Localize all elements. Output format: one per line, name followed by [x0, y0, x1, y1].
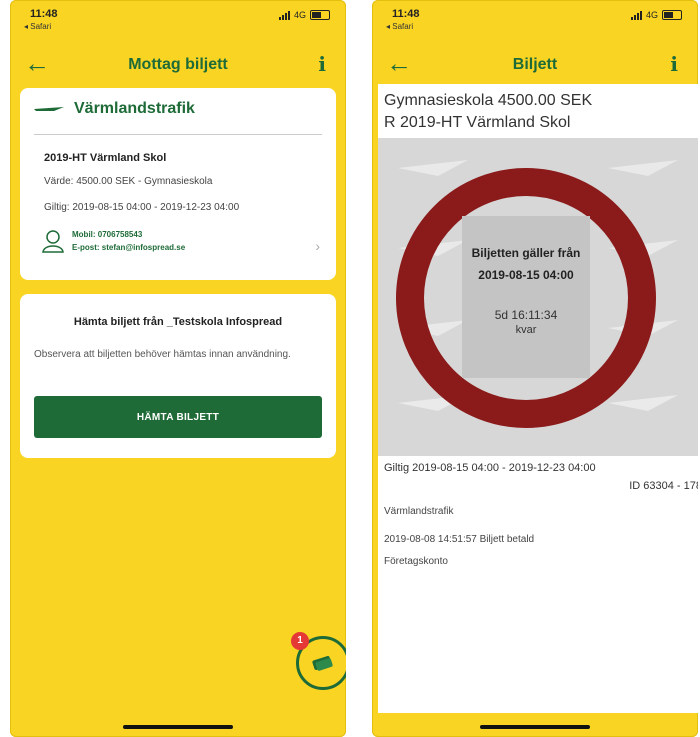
brand-name: Värmlandstrafik	[74, 100, 195, 117]
signal-indicator: 4G	[278, 10, 330, 20]
home-indicator	[123, 725, 233, 729]
contact-email: E-post: stefan@infospread.se	[72, 243, 186, 252]
ticket-header-line1: Gymnasieskola 4500.00 SEK	[384, 92, 593, 109]
ticket-validity: Giltig: 2019-08-15 04:00 - 2019-12-23 04…	[44, 202, 240, 213]
ticket-id: ID 63304 - 178	[629, 480, 698, 492]
brand-header: Värmlandstrafik	[34, 100, 195, 118]
validity-period: Giltig 2019-08-15 04:00 - 2019-12-23 04:…	[384, 462, 596, 474]
ticket-animation: Biljetten gäller från 2019-08-15 04:00 5…	[378, 138, 698, 456]
battery-icon	[662, 10, 682, 20]
info-icon[interactable]: i	[318, 52, 326, 76]
signal-indicator: 4G	[630, 10, 682, 20]
ticket-detail: Gymnasieskola 4500.00 SEK R 2019-HT Värm…	[378, 84, 698, 713]
contact-info: Mobil: 0706758543 E-post: stefan@infospr…	[42, 228, 185, 254]
ticket-value: Värde: 4500.00 SEK - Gymnasieskola	[44, 176, 213, 187]
download-ticket-button[interactable]: HÄMTA BILJETT	[34, 396, 322, 438]
back-to-app-link[interactable]: ◂ Safari	[24, 22, 51, 31]
brand-logo-icon	[34, 107, 64, 111]
signal-bars-icon	[278, 10, 290, 20]
payment-status: 2019-08-08 14:51:57 Biljett betald	[384, 534, 535, 545]
right-phone-screen: 11:48 ◂ Safari 4G ← Biljett i Gymnasiesk…	[372, 0, 698, 737]
status-time: 11:48	[30, 8, 58, 20]
remaining-label: kvar	[515, 324, 537, 336]
validity-box: Biljetten gäller från 2019-08-15 04:00 5…	[462, 216, 590, 378]
operator-name: Värmlandstrafik	[384, 506, 454, 517]
valid-from-date: 2019-08-15 04:00	[478, 268, 574, 282]
divider	[34, 134, 322, 135]
download-note: Observera att biljetten behöver hämtas i…	[34, 349, 291, 360]
battery-icon	[310, 10, 330, 20]
network-label: 4G	[645, 10, 658, 20]
download-title: Hämta biljett från _Testskola Infospread	[73, 316, 283, 328]
ticket-name: 2019-HT Värmland Skol	[44, 152, 167, 164]
person-icon	[42, 230, 64, 253]
status-time: 11:48	[392, 8, 420, 20]
page-title: Mottag biljett	[128, 56, 228, 73]
nav-bar: ← Mottag biljett i	[10, 44, 346, 84]
network-label: 4G	[293, 10, 306, 20]
valid-from-label: Biljetten gäller från	[471, 246, 581, 260]
home-indicator	[480, 725, 590, 729]
info-icon[interactable]: i	[670, 52, 678, 76]
ticket-stack-icon	[312, 655, 333, 671]
ticket-header-line2: R 2019-HT Värmland Skol	[384, 114, 571, 131]
ticket-card[interactable]: Värmlandstrafik 2019-HT Värmland Skol Vä…	[20, 88, 336, 280]
back-to-app-link[interactable]: ◂ Safari	[386, 22, 413, 31]
account-type: Företagskonto	[384, 556, 448, 567]
countdown-timer: 5d 16:11:34	[494, 308, 558, 322]
status-bar: 11:48 ◂ Safari 4G	[10, 0, 346, 40]
nav-bar: ← Biljett i	[372, 44, 698, 84]
chevron-right-icon: ›	[315, 238, 320, 254]
download-card: Hämta biljett från _Testskola Infospread…	[20, 294, 336, 458]
contact-mobile: Mobil: 0706758543	[72, 230, 143, 239]
page-title: Biljett	[512, 56, 558, 73]
left-phone-screen: 11:48 ◂ Safari 4G ← Mottag biljett i Vär…	[10, 0, 346, 737]
status-bar: 11:48 ◂ Safari 4G	[372, 0, 698, 40]
notification-badge: 1	[291, 632, 309, 650]
signal-bars-icon	[630, 10, 642, 20]
ticket-header: Gymnasieskola 4500.00 SEK R 2019-HT Värm…	[384, 90, 592, 134]
